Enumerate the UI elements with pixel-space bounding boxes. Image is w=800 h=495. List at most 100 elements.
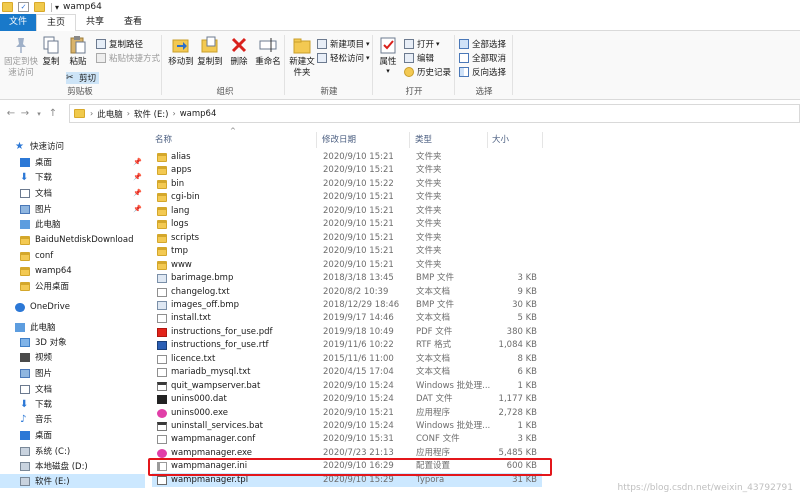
column-header-type[interactable]: 类型: [415, 132, 432, 148]
table-row[interactable]: www 2020/9/10 15:21 文件夹: [152, 258, 542, 272]
pin-icon[interactable]: 📌: [133, 205, 142, 213]
forward-arrow-icon[interactable]: →: [18, 108, 32, 119]
separator[interactable]: [316, 132, 317, 148]
nav-item-documents-pc[interactable]: 文档: [0, 382, 145, 396]
nav-item-downloads[interactable]: ⬇ 下载 📌: [0, 170, 145, 184]
table-row[interactable]: uninstall_services.bat 2020/9/10 15:24 Win…: [152, 419, 542, 433]
nav-item-this-pc-recent[interactable]: 此电脑: [0, 217, 145, 231]
table-row[interactable]: unins000.exe 2020/9/10 15:21 应用程序 2,728 KB: [152, 406, 542, 420]
pin-icon[interactable]: 📌: [133, 189, 142, 197]
nav-item-documents[interactable]: 文档 📌: [0, 186, 145, 200]
move-to-button[interactable]: 移动到: [167, 35, 195, 68]
edit-button[interactable]: 编辑: [404, 52, 434, 64]
table-row[interactable]: cgi-bin 2020/9/10 15:21 文件夹: [152, 190, 542, 204]
nav-item-pictures-pc[interactable]: 图片: [0, 366, 145, 380]
select-all-button[interactable]: 全部选择: [459, 38, 506, 50]
tab-share[interactable]: 共享: [76, 14, 114, 31]
delete-button[interactable]: 删除: [229, 35, 249, 68]
history-button[interactable]: 历史记录: [404, 66, 451, 78]
table-row[interactable]: instructions_for_use.pdf 2019/9/18 10:49 P…: [152, 325, 542, 339]
clipboard-group: 固定到快速访问 复制 粘贴 复制路径 粘贴快捷方式 ✂ 剪切 剪贴板: [0, 33, 160, 99]
table-row[interactable]: instructions_for_use.rtf 2019/11/6 10:22 R…: [152, 338, 542, 352]
back-arrow-icon[interactable]: ←: [4, 108, 18, 119]
address-bar[interactable]: › 此电脑 › 软件 (E:) › wamp64: [69, 104, 800, 123]
table-row[interactable]: apps 2020/9/10 15:21 文件夹: [152, 163, 542, 177]
new-item-button[interactable]: 新建项目 ▾: [317, 38, 370, 50]
tab-home[interactable]: 主页: [36, 14, 77, 32]
copy-to-button[interactable]: 复制到: [196, 35, 224, 68]
open-button[interactable]: 打开 ▾: [404, 38, 440, 50]
customize-quick-access-icon[interactable]: ▾: [55, 3, 59, 12]
nav-item-desktop-pc[interactable]: 桌面: [0, 428, 145, 442]
table-row[interactable]: tmp 2020/9/10 15:21 文件夹: [152, 244, 542, 258]
nav-item-baidu[interactable]: BaiduNetdiskDownload: [0, 233, 145, 247]
breadcrumb-wamp64[interactable]: wamp64: [180, 109, 217, 119]
separator[interactable]: [542, 132, 543, 148]
nav-item-music[interactable]: ♪ 音乐: [0, 412, 145, 426]
nav-item-3d-objects[interactable]: 3D 对象: [0, 335, 145, 349]
chevron-right-icon[interactable]: ›: [90, 109, 93, 118]
nav-item-pictures[interactable]: 图片 📌: [0, 202, 145, 216]
properties-button[interactable]: 属性 ▾: [376, 35, 400, 75]
up-arrow-icon[interactable]: ↑: [46, 108, 60, 119]
nav-item-drive-e[interactable]: 软件 (E:): [0, 474, 145, 488]
copy-button[interactable]: 复制: [40, 35, 62, 68]
table-row[interactable]: licence.txt 2015/11/6 11:00 文本文档 8 KB: [152, 352, 542, 366]
select-none-button[interactable]: 全部取消: [459, 52, 506, 64]
tab-file[interactable]: 文件: [0, 14, 37, 31]
new-folder-quick-icon[interactable]: [34, 2, 45, 12]
nav-item-public-desktop[interactable]: 公用桌面: [0, 279, 145, 293]
nav-item-downloads-pc[interactable]: ⬇ 下载: [0, 397, 145, 411]
nav-item-drive-d[interactable]: 本地磁盘 (D:): [0, 459, 145, 473]
table-row[interactable]: wampmanager.conf 2020/9/10 15:31 CONF 文件 3 …: [152, 432, 542, 446]
column-header-date[interactable]: 修改日期: [322, 132, 356, 148]
table-row[interactable]: barimage.bmp 2018/3/18 13:45 BMP 文件 3 KB: [152, 271, 542, 285]
column-header-name[interactable]: 名称: [155, 132, 172, 148]
cut-button[interactable]: ✂ 剪切: [66, 72, 100, 84]
recent-locations-icon[interactable]: ▾: [32, 110, 46, 118]
rename-button[interactable]: 重命名: [253, 35, 283, 68]
table-row[interactable]: bin 2020/9/10 15:22 文件夹: [152, 177, 542, 191]
tab-view[interactable]: 查看: [114, 14, 152, 31]
exe-file-icon: [157, 448, 167, 458]
column-header-size[interactable]: 大小: [492, 132, 509, 148]
table-row[interactable]: lang 2020/9/10 15:21 文件夹: [152, 204, 542, 218]
table-row[interactable]: mariadb_mysql.txt 2020/4/15 17:04 文本文档 6 KB: [152, 365, 542, 379]
properties-quick-icon[interactable]: ✓: [18, 2, 29, 12]
nav-item-drive-c[interactable]: 系统 (C:): [0, 444, 145, 458]
table-row[interactable]: unins000.dat 2020/9/10 15:24 DAT 文件 1,177 K…: [152, 392, 542, 406]
table-row[interactable]: install.txt 2019/9/17 14:46 文本文档 5 KB: [152, 311, 542, 325]
nav-onedrive[interactable]: OneDrive: [0, 300, 145, 314]
nav-this-pc[interactable]: 此电脑: [0, 320, 145, 334]
breadcrumb-drive-e[interactable]: 软件 (E:): [134, 108, 169, 120]
nav-item-wamp64[interactable]: wamp64: [0, 264, 145, 278]
table-row[interactable]: changelog.txt 2020/8/2 10:39 文本文档 9 KB: [152, 285, 542, 299]
table-row[interactable]: scripts 2020/9/10 15:21 文件夹: [152, 231, 542, 245]
table-row[interactable]: alias 2020/9/10 15:21 文件夹: [152, 150, 542, 164]
nav-item-conf[interactable]: conf: [0, 249, 145, 263]
invert-selection-button[interactable]: 反向选择: [459, 66, 506, 78]
file-date: 2020/9/10 15:21: [323, 407, 394, 418]
nav-item-videos[interactable]: 视频: [0, 350, 145, 364]
nav-item-desktop[interactable]: 桌面 📌: [0, 155, 145, 169]
paste-button[interactable]: 粘贴: [66, 35, 90, 68]
file-name: wampmanager.conf: [171, 434, 256, 445]
table-row[interactable]: images_off.bmp 2018/12/29 18:46 BMP 文件 30 K…: [152, 298, 542, 312]
pin-icon[interactable]: 📌: [133, 158, 142, 166]
table-row[interactable]: quit_wampserver.bat 2020/9/10 15:24 Window…: [152, 379, 542, 393]
table-row[interactable]: logs 2020/9/10 15:21 文件夹: [152, 217, 542, 231]
chevron-right-icon[interactable]: ›: [173, 109, 176, 118]
breadcrumb-this-pc[interactable]: 此电脑: [97, 108, 123, 120]
copy-path-button[interactable]: 复制路径: [96, 38, 143, 50]
new-folder-button[interactable]: 新建文件夹: [288, 35, 316, 79]
chevron-right-icon[interactable]: ›: [127, 109, 130, 118]
nav-label: 本地磁盘 (D:): [35, 462, 88, 472]
file-type: DAT 文件: [416, 394, 453, 405]
nav-quick-access[interactable]: ★ 快速访问: [0, 139, 145, 153]
pin-icon[interactable]: 📌: [133, 173, 142, 181]
separator[interactable]: [409, 132, 410, 148]
paste-shortcut-button[interactable]: 粘贴快捷方式: [96, 52, 160, 64]
pin-quick-access-button[interactable]: 固定到快速访问: [3, 35, 39, 79]
easy-access-button[interactable]: 轻松访问 ▾: [317, 52, 370, 64]
separator[interactable]: [487, 132, 488, 148]
